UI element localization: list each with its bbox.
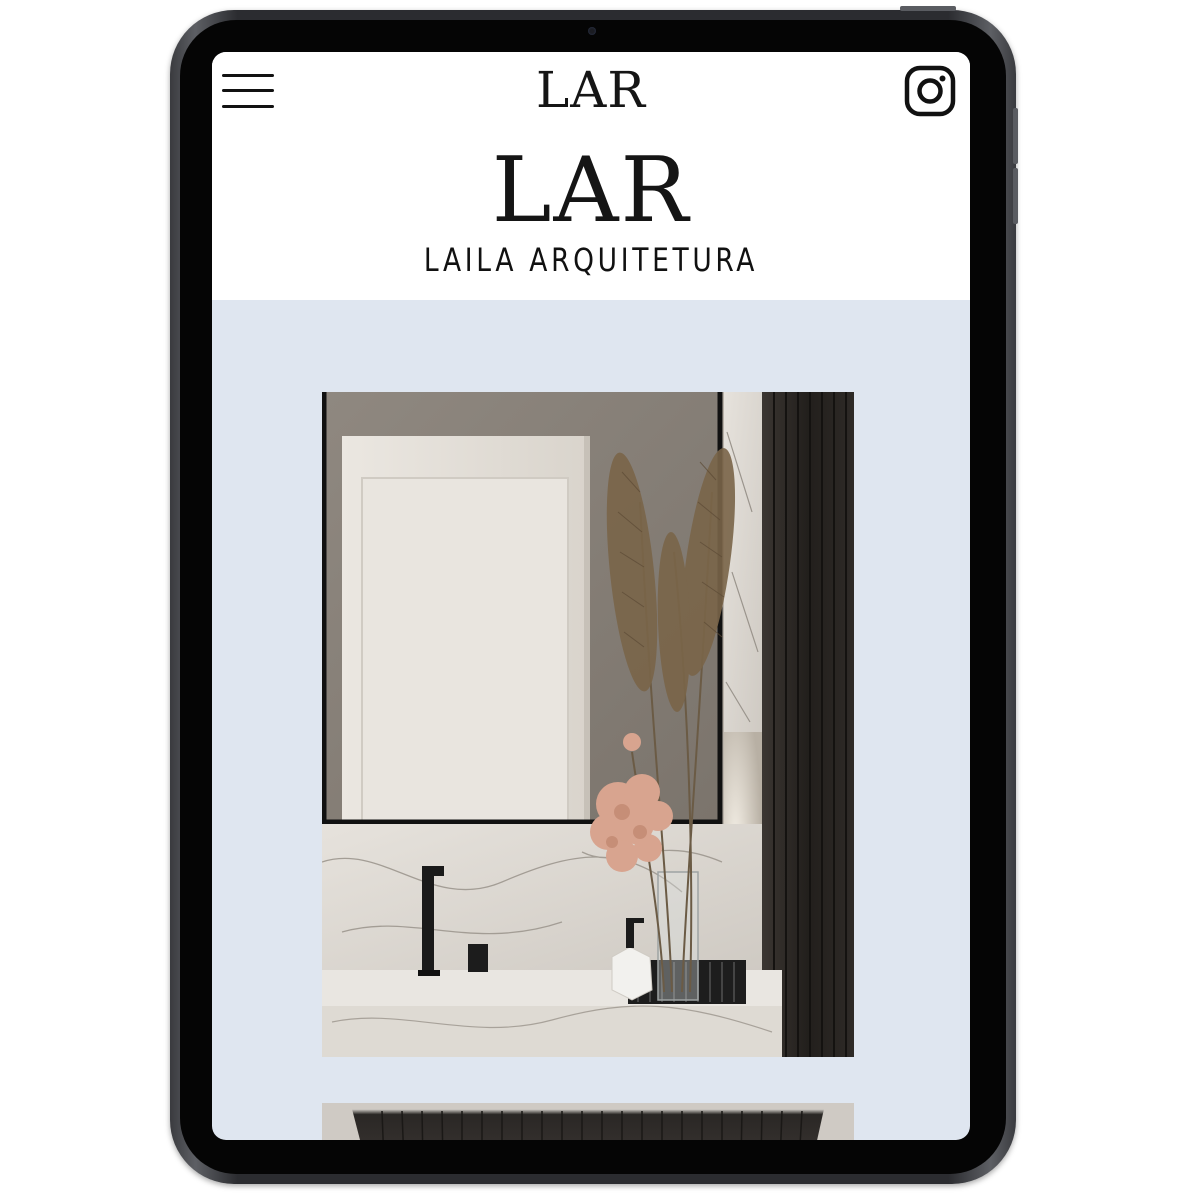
front-camera bbox=[588, 27, 596, 35]
tablet-screen: LAR LAR LAILA ARQUITETURA bbox=[212, 52, 970, 1140]
brand-tagline: LAILA ARQUITETURA bbox=[423, 241, 759, 279]
volume-button bbox=[1013, 168, 1018, 224]
brand-logo: LAR bbox=[491, 138, 691, 243]
gallery-image-fluted-panel[interactable] bbox=[322, 1103, 854, 1140]
power-button bbox=[900, 6, 956, 11]
nav-logo[interactable]: LAR bbox=[212, 58, 970, 122]
instagram-icon[interactable] bbox=[904, 65, 956, 117]
gallery-image-bathroom[interactable] bbox=[322, 392, 854, 1057]
volume-button bbox=[1013, 108, 1018, 164]
site-header: LAR LAR LAILA ARQUITETURA bbox=[212, 52, 970, 300]
